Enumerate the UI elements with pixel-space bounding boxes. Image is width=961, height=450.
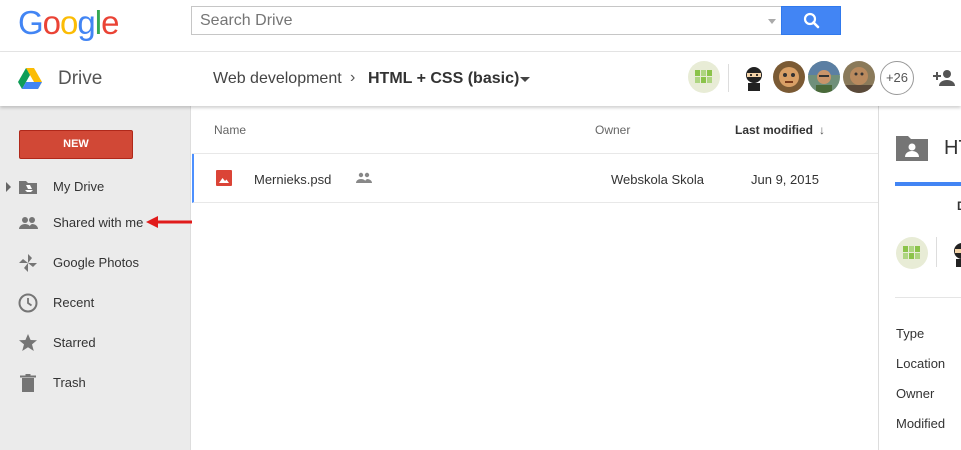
- grid-logo-icon: [695, 70, 712, 83]
- trash-icon: [20, 374, 36, 392]
- logo-letter: e: [101, 4, 119, 41]
- logo-letter: o: [60, 4, 78, 41]
- user-avatar[interactable]: [773, 61, 805, 93]
- shared-people-icon: [356, 172, 372, 183]
- table-row[interactable]: Mernieks.psd Webskola Skola Jun 9, 2015: [192, 154, 878, 203]
- sidebar-item-label: My Drive: [53, 179, 105, 194]
- sidebar-item-label: Google Photos: [53, 255, 140, 270]
- search-icon: [803, 12, 820, 29]
- sidebar-item-google-photos[interactable]: Google Photos: [0, 248, 191, 278]
- search-box[interactable]: [191, 6, 782, 35]
- grid-logo-icon: [903, 246, 920, 259]
- breadcrumb-separator: ›: [350, 69, 356, 86]
- more-sharers-count[interactable]: +26: [880, 61, 914, 95]
- face-icon: [808, 61, 840, 93]
- detail-label-location: Location: [896, 356, 946, 371]
- sidebar: NEW My Drive Shared with me Google Photo…: [0, 106, 202, 450]
- folder-menu-caret-icon[interactable]: [520, 77, 530, 82]
- search-button[interactable]: [781, 6, 841, 35]
- face-icon: [843, 67, 875, 93]
- logo-letter: g: [77, 4, 95, 41]
- details-panel: HT D Type Location Owner Modified: [878, 106, 961, 450]
- expand-arrow-icon[interactable]: [6, 182, 11, 192]
- drive-toolbar: Drive Web development › HTML + CSS (basi…: [0, 52, 961, 106]
- owner-avatar[interactable]: [896, 237, 928, 269]
- drive-logo-icon[interactable]: [18, 68, 42, 90]
- sidebar-item-trash[interactable]: Trash: [0, 368, 191, 398]
- ninja-avatar[interactable]: [946, 237, 961, 269]
- user-avatar[interactable]: [843, 61, 875, 93]
- column-header-last-modified[interactable]: Last modified: [735, 123, 813, 137]
- star-icon: [19, 334, 37, 351]
- details-tab-indicator: [895, 182, 961, 186]
- sort-arrow-icon[interactable]: ↓: [819, 123, 825, 137]
- divider: [728, 64, 729, 92]
- sidebar-item-label: Starred: [53, 335, 96, 350]
- file-name[interactable]: Mernieks.psd: [254, 172, 331, 187]
- ninja-icon: [746, 67, 762, 91]
- face-icon: [779, 67, 799, 87]
- sidebar-item-label: Shared with me: [53, 215, 144, 230]
- new-button[interactable]: NEW: [19, 130, 133, 159]
- divider: [895, 297, 961, 298]
- file-owner: Webskola Skola: [611, 172, 704, 187]
- file-list: Name Owner Last modified ↓ Mernieks.psd …: [192, 106, 878, 450]
- divider: [936, 237, 937, 267]
- top-bar: Google: [0, 0, 961, 52]
- sidebar-item-my-drive[interactable]: My Drive: [0, 172, 191, 202]
- breadcrumb-current[interactable]: HTML + CSS (basic): [368, 70, 519, 88]
- search-input[interactable]: [192, 7, 752, 34]
- google-logo[interactable]: Google: [18, 4, 119, 42]
- logo-letter: o: [42, 4, 61, 41]
- logo-letter: G: [18, 4, 44, 41]
- detail-label-modified: Modified: [896, 416, 946, 431]
- file-list-header: Name Owner Last modified ↓: [192, 106, 878, 154]
- app-name[interactable]: Drive: [58, 68, 102, 90]
- user-avatar[interactable]: [808, 61, 840, 93]
- image-file-icon: [216, 170, 232, 186]
- sidebar-item-starred[interactable]: Starred: [0, 328, 191, 358]
- add-person-icon[interactable]: [933, 68, 957, 88]
- sidebar-item-label: Trash: [53, 375, 86, 390]
- detail-label-type: Type: [896, 326, 925, 341]
- drive-folder-icon: [19, 181, 37, 194]
- sidebar-item-recent[interactable]: Recent: [0, 288, 191, 318]
- people-icon: [19, 217, 38, 229]
- photos-pinwheel-icon: [19, 254, 37, 272]
- sidebar-item-label: Recent: [53, 295, 95, 310]
- file-modified: Jun 9, 2015: [751, 172, 819, 187]
- ninja-avatar[interactable]: [738, 61, 770, 93]
- shared-folder-icon: [896, 136, 928, 161]
- breadcrumb-parent[interactable]: Web development: [213, 70, 342, 88]
- column-header-name[interactable]: Name: [214, 123, 246, 137]
- search-options-caret-icon[interactable]: [768, 19, 776, 24]
- detail-label-owner: Owner: [896, 386, 935, 401]
- ninja-icon: [954, 243, 961, 267]
- clock-icon: [18, 293, 38, 313]
- column-header-owner[interactable]: Owner: [595, 123, 630, 137]
- owner-avatar[interactable]: [688, 61, 720, 93]
- details-title: HT: [944, 137, 961, 159]
- details-tab-label[interactable]: D: [957, 199, 961, 213]
